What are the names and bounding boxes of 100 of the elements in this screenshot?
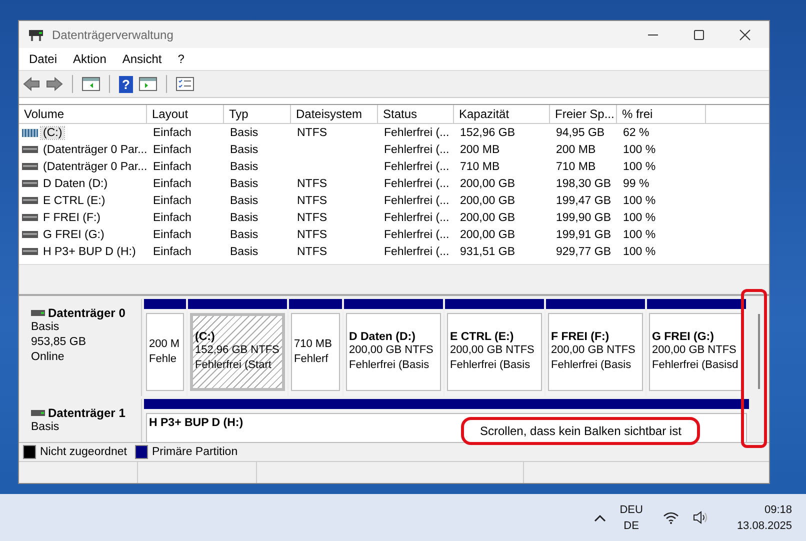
drive-icon — [22, 248, 38, 255]
table-cell-text: Basis — [229, 160, 260, 172]
back-arrow-icon[interactable] — [23, 77, 40, 91]
column-header[interactable]: Freier Sp... — [550, 105, 617, 123]
table-cell-text: Einfach — [152, 160, 192, 172]
table-cell-text: 198,30 GB — [555, 178, 612, 190]
striped-drive-icon — [22, 128, 38, 136]
table-cell-text: Basis — [229, 178, 260, 190]
table-cell-text: Einfach — [152, 194, 192, 206]
partition-block[interactable]: F FREI (F:) 200,00 GB NTFS Fehlerfrei (Basis — [546, 299, 645, 396]
table-cell-text: Fehlerfrei (... — [383, 144, 450, 156]
close-icon[interactable] — [739, 28, 751, 40]
speaker-icon[interactable] — [692, 511, 709, 524]
input-language[interactable]: DEU — [620, 502, 643, 518]
drive-icon — [22, 180, 38, 187]
column-header[interactable]: % frei — [617, 105, 706, 123]
table-cell-text: NTFS — [296, 194, 328, 206]
partition-block[interactable]: (C:) 152,96 GB NTFS Fehlerfrei (Start — [188, 299, 287, 396]
panel-icon[interactable] — [139, 77, 157, 91]
partition-info: 152,96 GB NTFS — [195, 343, 280, 358]
partition-block[interactable]: G FREI (G:) 200,00 GB NTFS Fehlerfrei (Basisd — [647, 299, 746, 396]
table-cell-text: Basis — [229, 144, 260, 156]
table-cell-text: Fehlerfrei (... — [383, 194, 450, 206]
table-cell-text: Basis — [229, 126, 260, 138]
drive-label[interactable]: (C:) — [41, 126, 64, 138]
table-cell-text: Basis — [229, 212, 260, 224]
table-cell-text: Fehlerfrei (... — [383, 228, 450, 240]
partition-block[interactable]: 710 MB Fehlerf — [289, 299, 342, 396]
column-header[interactable]: Dateisystem — [291, 105, 378, 123]
partition-header-bar — [144, 299, 186, 309]
clock-date[interactable]: 13.08.2025 — [736, 518, 792, 534]
table-cell-text: 100 % — [622, 246, 657, 258]
table-cell-text: Fehlerfrei (... — [383, 126, 450, 138]
table-cell-text: Einfach — [152, 178, 192, 190]
partition-info: Fehlerfrei (Start — [195, 358, 272, 373]
disk-name: Datenträger 0 — [48, 306, 126, 320]
table-cell-text: 199,91 GB — [555, 228, 612, 240]
table-cell-text: 100 % — [622, 160, 657, 172]
column-header[interactable]: Typ — [224, 105, 291, 123]
menu-item[interactable]: Ansicht — [122, 52, 162, 66]
table-cell-text: 199,90 GB — [555, 212, 612, 224]
table-cell-text: 200,00 GB — [459, 194, 516, 206]
table-cell-text: Fehlerfrei (... — [383, 178, 450, 190]
menu-item[interactable]: Datei — [29, 52, 58, 66]
drive-label[interactable]: D Daten (D:) — [41, 178, 110, 190]
drive-label[interactable]: F FREI (F:) — [41, 212, 102, 224]
table-cell-text: NTFS — [296, 212, 328, 224]
partition-block[interactable]: 200 M Fehle — [144, 299, 186, 396]
partition-name: (C:) — [195, 331, 216, 343]
column-header[interactable]: Kapazität — [454, 105, 550, 123]
drive-icon — [31, 410, 45, 416]
partition-name: H P3+ BUP D (H:) — [149, 417, 244, 429]
partition-block[interactable]: D Daten (D:) 200,00 GB NTFS Fehlerfrei (Basis — [344, 299, 443, 396]
disk-info: 953,85 GB — [31, 335, 87, 350]
menu-item[interactable]: Aktion — [73, 52, 106, 66]
drive-icon — [22, 146, 38, 153]
drive-label[interactable]: E CTRL (E:) — [41, 194, 108, 206]
drive-label[interactable]: G FREI (G:) — [41, 228, 106, 240]
drive-icon — [22, 231, 38, 238]
column-header[interactable]: Volume — [19, 105, 147, 123]
drive-label[interactable]: H P3+ BUP D (H:) — [41, 246, 138, 258]
panel-icon[interactable] — [82, 77, 100, 91]
menu-item[interactable]: ? — [178, 52, 184, 66]
column-header[interactable]: Layout — [147, 105, 224, 123]
drive-label[interactable]: (Datenträger 0 Par... — [41, 160, 150, 172]
table-cell-text: 710 MB — [459, 160, 501, 172]
disk-info: Online — [31, 350, 66, 365]
table-cell-text: 62 % — [622, 126, 650, 138]
partition-info: 200,00 GB NTFS — [349, 343, 434, 358]
drive-icon — [22, 197, 38, 204]
disk-label-panel[interactable]: Datenträger 0 Basis 953,85 GB Online — [19, 299, 142, 396]
partition-info: Fehlerfrei (Basis — [450, 358, 532, 373]
table-cell-text: Fehlerfrei (... — [383, 246, 450, 258]
table-cell-text: 152,96 GB — [459, 126, 516, 138]
partition-info: Fehlerfrei (Basis — [551, 358, 632, 373]
table-cell-text: 100 % — [622, 194, 657, 206]
partition-name: G FREI (G:) — [652, 331, 715, 343]
partition-name: E CTRL (E:) — [450, 331, 515, 343]
maximize-icon[interactable] — [693, 28, 705, 40]
table-cell-text: Basis — [229, 194, 260, 206]
annotation-tooltip: Scrollen, dass kein Balken sichtbar ist — [461, 417, 700, 445]
chevron-up-icon[interactable] — [594, 514, 606, 522]
table-cell-text: 200,00 GB — [459, 228, 516, 240]
table-cell-text: 710 MB — [555, 160, 597, 172]
partition-info: Fehle — [149, 352, 178, 367]
checklist-icon[interactable] — [176, 77, 194, 91]
keyboard-layout[interactable]: DE — [624, 518, 639, 534]
forward-arrow-icon[interactable] — [46, 77, 63, 91]
table-cell-text: 931,51 GB — [459, 246, 516, 258]
table-cell-text: Einfach — [152, 212, 192, 224]
legend-label: Primäre Partition — [152, 446, 238, 458]
partition-block[interactable]: E CTRL (E:) 200,00 GB NTFS Fehlerfrei (Basis — [445, 299, 544, 396]
partition-info: 200,00 GB NTFS — [551, 343, 636, 358]
help-icon[interactable]: ? — [119, 76, 133, 92]
column-header[interactable]: Status — [378, 105, 454, 123]
clock-time[interactable]: 09:18 — [764, 502, 792, 518]
drive-label[interactable]: (Datenträger 0 Par... — [41, 144, 150, 156]
table-cell-text: 929,77 GB — [555, 246, 612, 258]
table-cell-text: 100 % — [622, 144, 657, 156]
wifi-icon[interactable] — [662, 511, 679, 524]
